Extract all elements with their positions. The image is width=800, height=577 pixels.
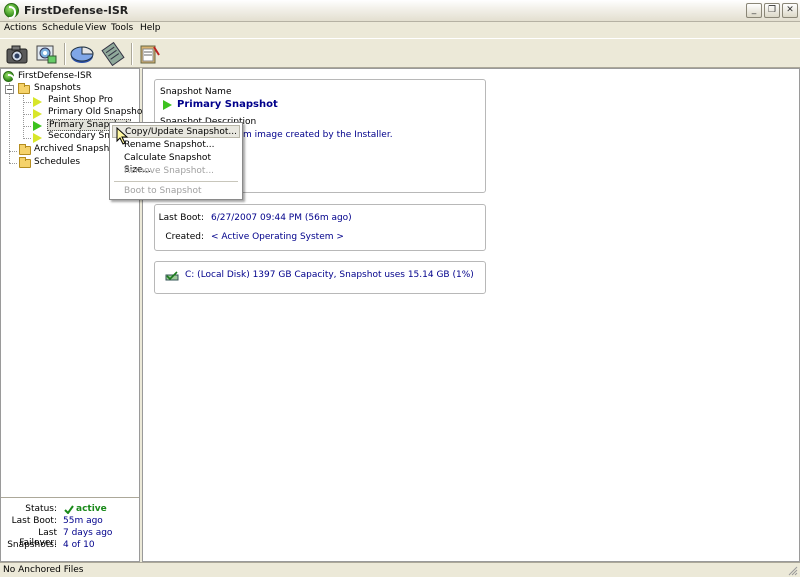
snapshot-icon	[33, 133, 42, 143]
check-icon	[64, 505, 74, 514]
tree-item-label: Snapshots	[34, 83, 81, 93]
created-label: Created:	[165, 232, 204, 242]
tree-line	[9, 163, 17, 164]
title-bar: FirstDefense-ISR _ ❐ ✕	[0, 0, 800, 22]
menu-tools[interactable]: Tools	[111, 23, 133, 33]
snapshot-boot-card: Last Boot: 6/27/2007 09:44 PM (56m ago) …	[154, 204, 486, 251]
tree-item-label: Primary Old Snapshot	[48, 107, 146, 117]
minimize-button[interactable]: _	[746, 3, 762, 18]
collapse-icon[interactable]: −	[5, 85, 14, 94]
snapshot-count-label: Snapshots:	[7, 540, 57, 550]
last-failover-value: 7 days ago	[63, 528, 113, 538]
anchored-files-status: No Anchored Files	[3, 565, 84, 575]
snapshot-settings-button[interactable]	[33, 41, 61, 67]
folder-icon	[19, 157, 31, 168]
status-bar: No Anchored Files	[0, 562, 800, 577]
clipboard-icon	[140, 45, 160, 64]
created-value: < Active Operating System >	[211, 232, 344, 242]
menu-copy-update-snapshot[interactable]: Copy/Update Snapshot...	[112, 125, 240, 138]
disk-usage-text: C: (Local Disk) 1397 GB Capacity, Snapsh…	[185, 270, 474, 280]
toolbar	[0, 38, 800, 68]
folder-icon	[19, 144, 31, 155]
snapshot-count-value: 4 of 10	[63, 540, 95, 550]
status-summary: Status: active Last Boot: 55m ago Last F…	[1, 497, 139, 561]
status-row: Status: active	[1, 504, 139, 516]
archive-icon	[101, 41, 125, 67]
last-boot-value: 6/27/2007 09:44 PM (56m ago)	[211, 213, 352, 223]
tree-line	[9, 151, 17, 152]
tree-line	[23, 126, 31, 127]
snapshot-name-label: Snapshot Name	[160, 87, 232, 97]
last-boot-row: Last Boot: 55m ago	[1, 516, 139, 528]
tree-line	[23, 114, 31, 115]
app-logo-icon	[4, 3, 19, 19]
last-failover-row: Last Failover: 7 days ago	[1, 528, 139, 548]
last-boot-value: 55m ago	[63, 516, 103, 526]
last-boot-label: Last Boot:	[11, 516, 57, 526]
menu-separator	[114, 181, 238, 182]
disk-usage-card: C: (Local Disk) 1397 GB Capacity, Snapsh…	[154, 261, 486, 294]
app-logo-icon	[3, 71, 15, 87]
tree-item-label: Paint Shop Pro	[48, 95, 113, 105]
menu-rename-snapshot[interactable]: Rename Snapshot...	[112, 139, 240, 152]
toolbar-separator	[64, 43, 66, 65]
resize-grip-icon[interactable]	[788, 566, 798, 576]
snapshot-settings-icon	[36, 45, 57, 64]
tree-line	[23, 102, 31, 103]
active-snapshot-icon	[33, 121, 42, 131]
tree-item-label: Schedules	[34, 157, 81, 167]
menu-bar: Actions Schedule View Tools Help	[0, 22, 800, 38]
menu-boot-to-snapshot: Boot to Snapshot	[124, 186, 202, 196]
tree-item-label: FirstDefense-ISR	[18, 71, 92, 81]
maximize-button[interactable]: ❐	[764, 3, 780, 18]
status-label: Status:	[25, 504, 57, 514]
pie-chart-button[interactable]	[69, 41, 97, 67]
menu-help[interactable]: Help	[140, 23, 161, 33]
folder-open-icon	[18, 83, 30, 94]
snapshot-count-row: Snapshots: 4 of 10	[1, 540, 139, 552]
archive-button[interactable]	[100, 41, 128, 67]
tree-line	[23, 138, 31, 139]
close-button[interactable]: ✕	[782, 3, 798, 18]
menu-view[interactable]: View	[85, 23, 106, 33]
snapshot-icon	[33, 109, 42, 119]
active-snapshot-icon	[163, 100, 172, 110]
menu-schedule[interactable]: Schedule	[42, 23, 83, 33]
status-value: active	[76, 504, 107, 514]
menu-calculate-snapshot-size[interactable]: Calculate Snapshot Size...	[112, 152, 240, 175]
last-boot-label: Last Boot:	[158, 213, 204, 223]
clipboard-button[interactable]	[136, 41, 164, 67]
mouse-cursor-icon	[116, 127, 129, 145]
toolbar-separator	[131, 43, 133, 65]
pie-chart-icon	[70, 46, 94, 63]
camera-button[interactable]	[4, 41, 32, 67]
menu-remove-snapshot: Remove Snapshot...	[124, 166, 215, 176]
window-title: FirstDefense-ISR	[24, 4, 129, 17]
snapshot-description-value: m image created by the Installer.	[243, 130, 393, 140]
snapshot-icon	[33, 97, 42, 107]
snapshot-name-value: Primary Snapshot	[177, 99, 278, 110]
menu-actions[interactable]: Actions	[4, 23, 37, 33]
disk-check-icon	[165, 271, 179, 281]
camera-icon	[6, 45, 28, 64]
